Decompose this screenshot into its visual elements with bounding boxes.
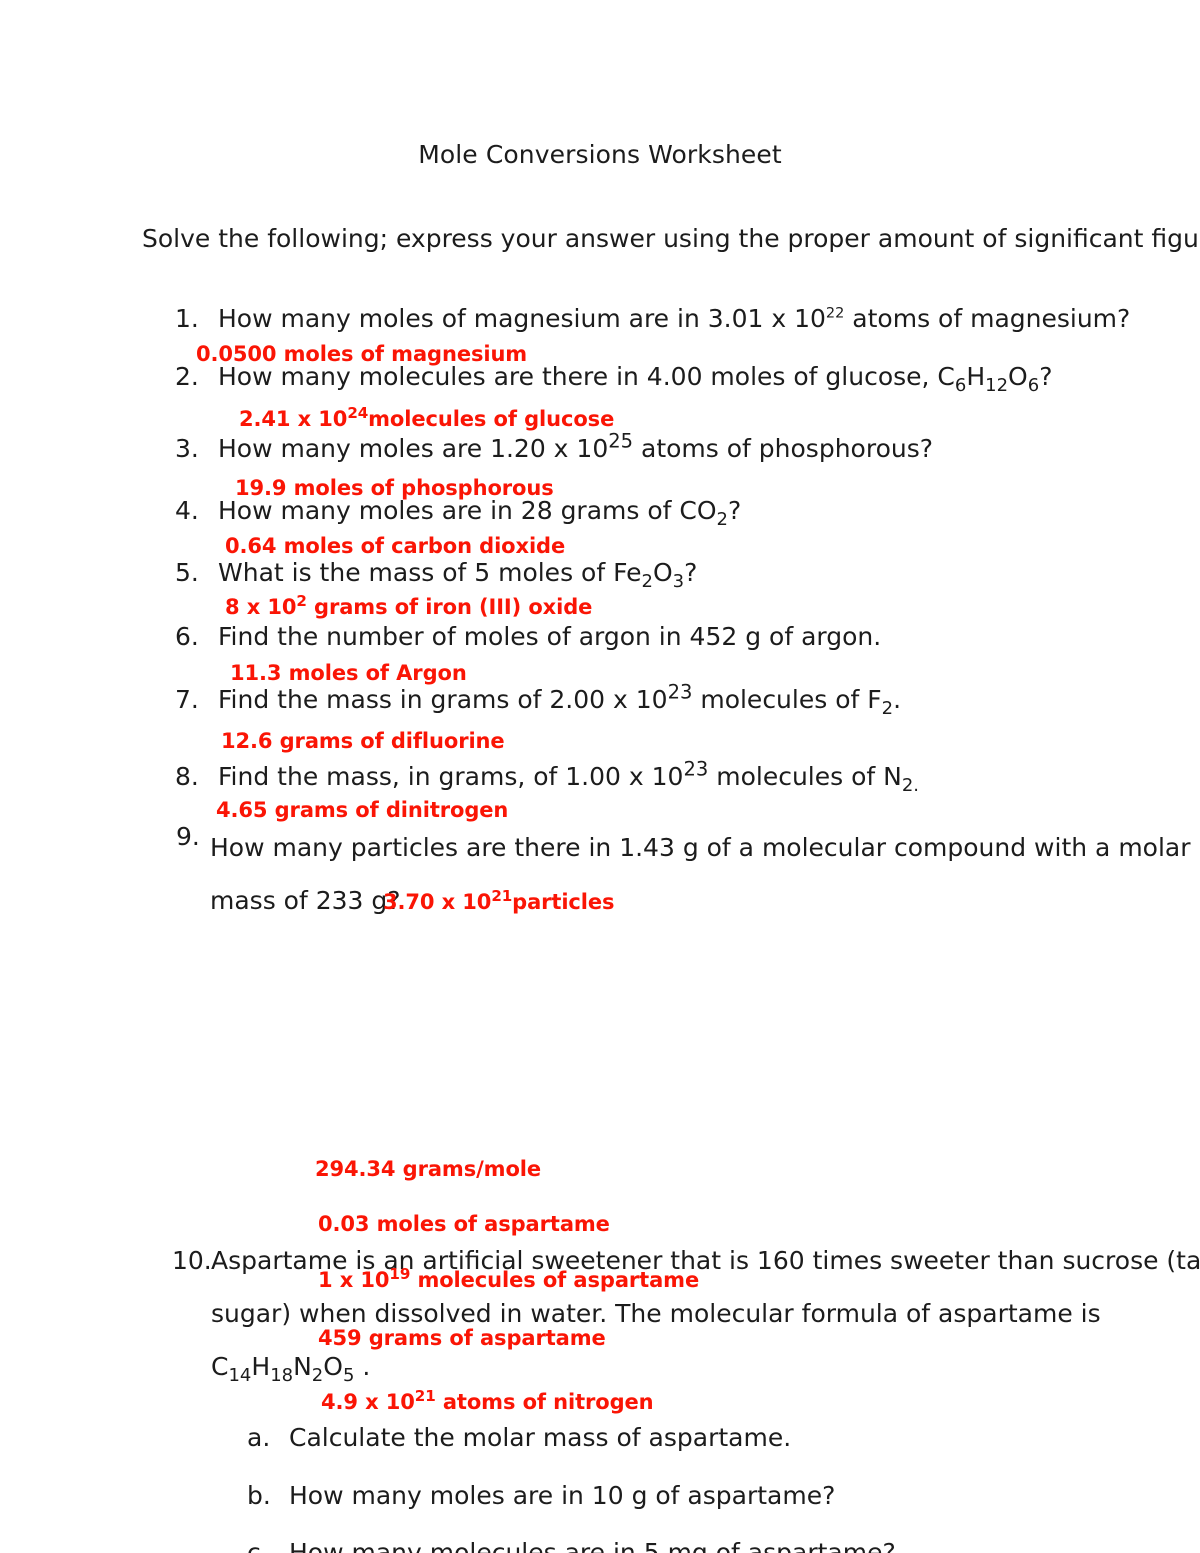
answer-10a: 294.34 grams/mole <box>315 1157 542 1181</box>
subquestion-item-c: c. How many molecules are in 5 mg of asp… <box>247 1538 896 1553</box>
question-text: How many moles are 1.20 x 1025 atoms of … <box>218 429 934 463</box>
answer-9: 3.70 x 1021particles <box>383 887 615 914</box>
question-number: 4. <box>175 496 199 525</box>
exponent: 23 <box>667 680 693 704</box>
question-number: 2. <box>175 362 199 391</box>
subquestion-letter: c. <box>247 1538 269 1553</box>
question-item-4: 4. How many moles are in 28 grams of CO2… <box>175 496 742 530</box>
question-item-9-line1: How many particles are there in 1.43 g o… <box>210 833 1191 862</box>
answer-1: 0.0500 moles of magnesium <box>196 342 528 366</box>
question-item-8: 8. Find the mass, in grams, of 1.00 x 10… <box>175 757 920 796</box>
answer-4: 0.64 moles of carbon dioxide <box>225 534 566 558</box>
answer-10e: 4.9 x 1021 atoms of nitrogen <box>321 1387 654 1414</box>
subquestion-text: Calculate the molar mass of aspartame. <box>289 1423 792 1452</box>
answer-10d: 459 grams of aspartame <box>318 1326 606 1350</box>
question-item-3: 3. How many moles are 1.20 x 1025 atoms … <box>175 429 934 465</box>
question-text: Find the number of moles of argon in 452… <box>218 622 882 651</box>
exponent: 23 <box>683 757 709 781</box>
subscript: 2. <box>901 775 920 796</box>
answer-5: 8 x 102 grams of iron (III) oxide <box>225 592 593 619</box>
subscript: 2 <box>716 509 728 530</box>
answer-10b: 0.03 moles of aspartame <box>318 1212 610 1236</box>
question-number: 1. <box>175 304 199 333</box>
subquestion-item-a: a. Calculate the molar mass of aspartame… <box>247 1423 791 1452</box>
subquestion-letter: b. <box>247 1481 271 1510</box>
answer-3: 19.9 moles of phosphorous <box>235 476 554 500</box>
question-item-5: 5. What is the mass of 5 moles of Fe2O3? <box>175 558 698 592</box>
answer-8: 4.65 grams of dinitrogen <box>216 798 509 822</box>
subscript: 2 <box>881 698 894 719</box>
exponent: 19 <box>389 1265 411 1283</box>
answer-7: 12.6 grams of difluorine <box>221 729 505 753</box>
question-text: How many moles of magnesium are in 3.01 … <box>218 304 1131 333</box>
question-item-6: 6. Find the number of moles of argon in … <box>175 622 882 653</box>
question-number: 7. <box>175 685 199 714</box>
worksheet-page: Mole Conversions Worksheet Solve the fol… <box>0 0 1200 1553</box>
exponent: 24 <box>347 404 369 422</box>
question-item-10-line2: sugar) when dissolved in water. The mole… <box>211 1299 1101 1328</box>
question-number: 5. <box>175 558 199 587</box>
question-number: 8. <box>175 762 199 791</box>
aspartame-formula: C14H18N2O5 . <box>211 1352 371 1386</box>
question-text: Find the mass, in grams, of 1.00 x 1023 … <box>218 757 920 796</box>
subquestion-item-b: b. How many moles are in 10 g of asparta… <box>247 1481 835 1510</box>
exponent: 21 <box>491 887 513 905</box>
question-number: 3. <box>175 434 199 463</box>
answer-2: 2.41 x 1024molecules of glucose <box>239 404 615 431</box>
question-item-7: 7. Find the mass in grams of 2.00 x 1023… <box>175 680 902 719</box>
question-item-9-line2: mass of 233 g? <box>210 886 401 915</box>
question-text: How many moles are in 28 grams of CO2? <box>218 496 742 530</box>
exponent: 21 <box>414 1387 436 1405</box>
exponent: 25 <box>608 429 634 453</box>
question-number: 6. <box>175 622 199 651</box>
exponent: 2 <box>296 592 307 610</box>
question-item-1: 1. How many moles of magnesium are in 3.… <box>175 304 1131 335</box>
subquestion-letter: a. <box>247 1423 271 1452</box>
question-item-2: 2. How many molecules are there in 4.00 … <box>175 362 1053 396</box>
question-number-10: 10. <box>172 1246 212 1275</box>
question-text: Find the mass in grams of 2.00 x 1023 mo… <box>218 680 902 719</box>
question-text: What is the mass of 5 moles of Fe2O3? <box>218 558 698 592</box>
page-title: Mole Conversions Worksheet <box>418 140 782 169</box>
answer-6: 11.3 moles of Argon <box>230 661 467 685</box>
answer-10c: 1 x 1019 molecules of aspartame <box>318 1265 700 1292</box>
question-text: How many molecules are there in 4.00 mol… <box>218 362 1053 396</box>
exponent: 22 <box>825 305 845 322</box>
subquestion-text: How many moles are in 10 g of aspartame? <box>289 1481 836 1510</box>
instructions-text: Solve the following; express your answer… <box>142 224 1200 253</box>
subquestion-text: How many molecules are in 5 mg of aspart… <box>289 1538 896 1553</box>
